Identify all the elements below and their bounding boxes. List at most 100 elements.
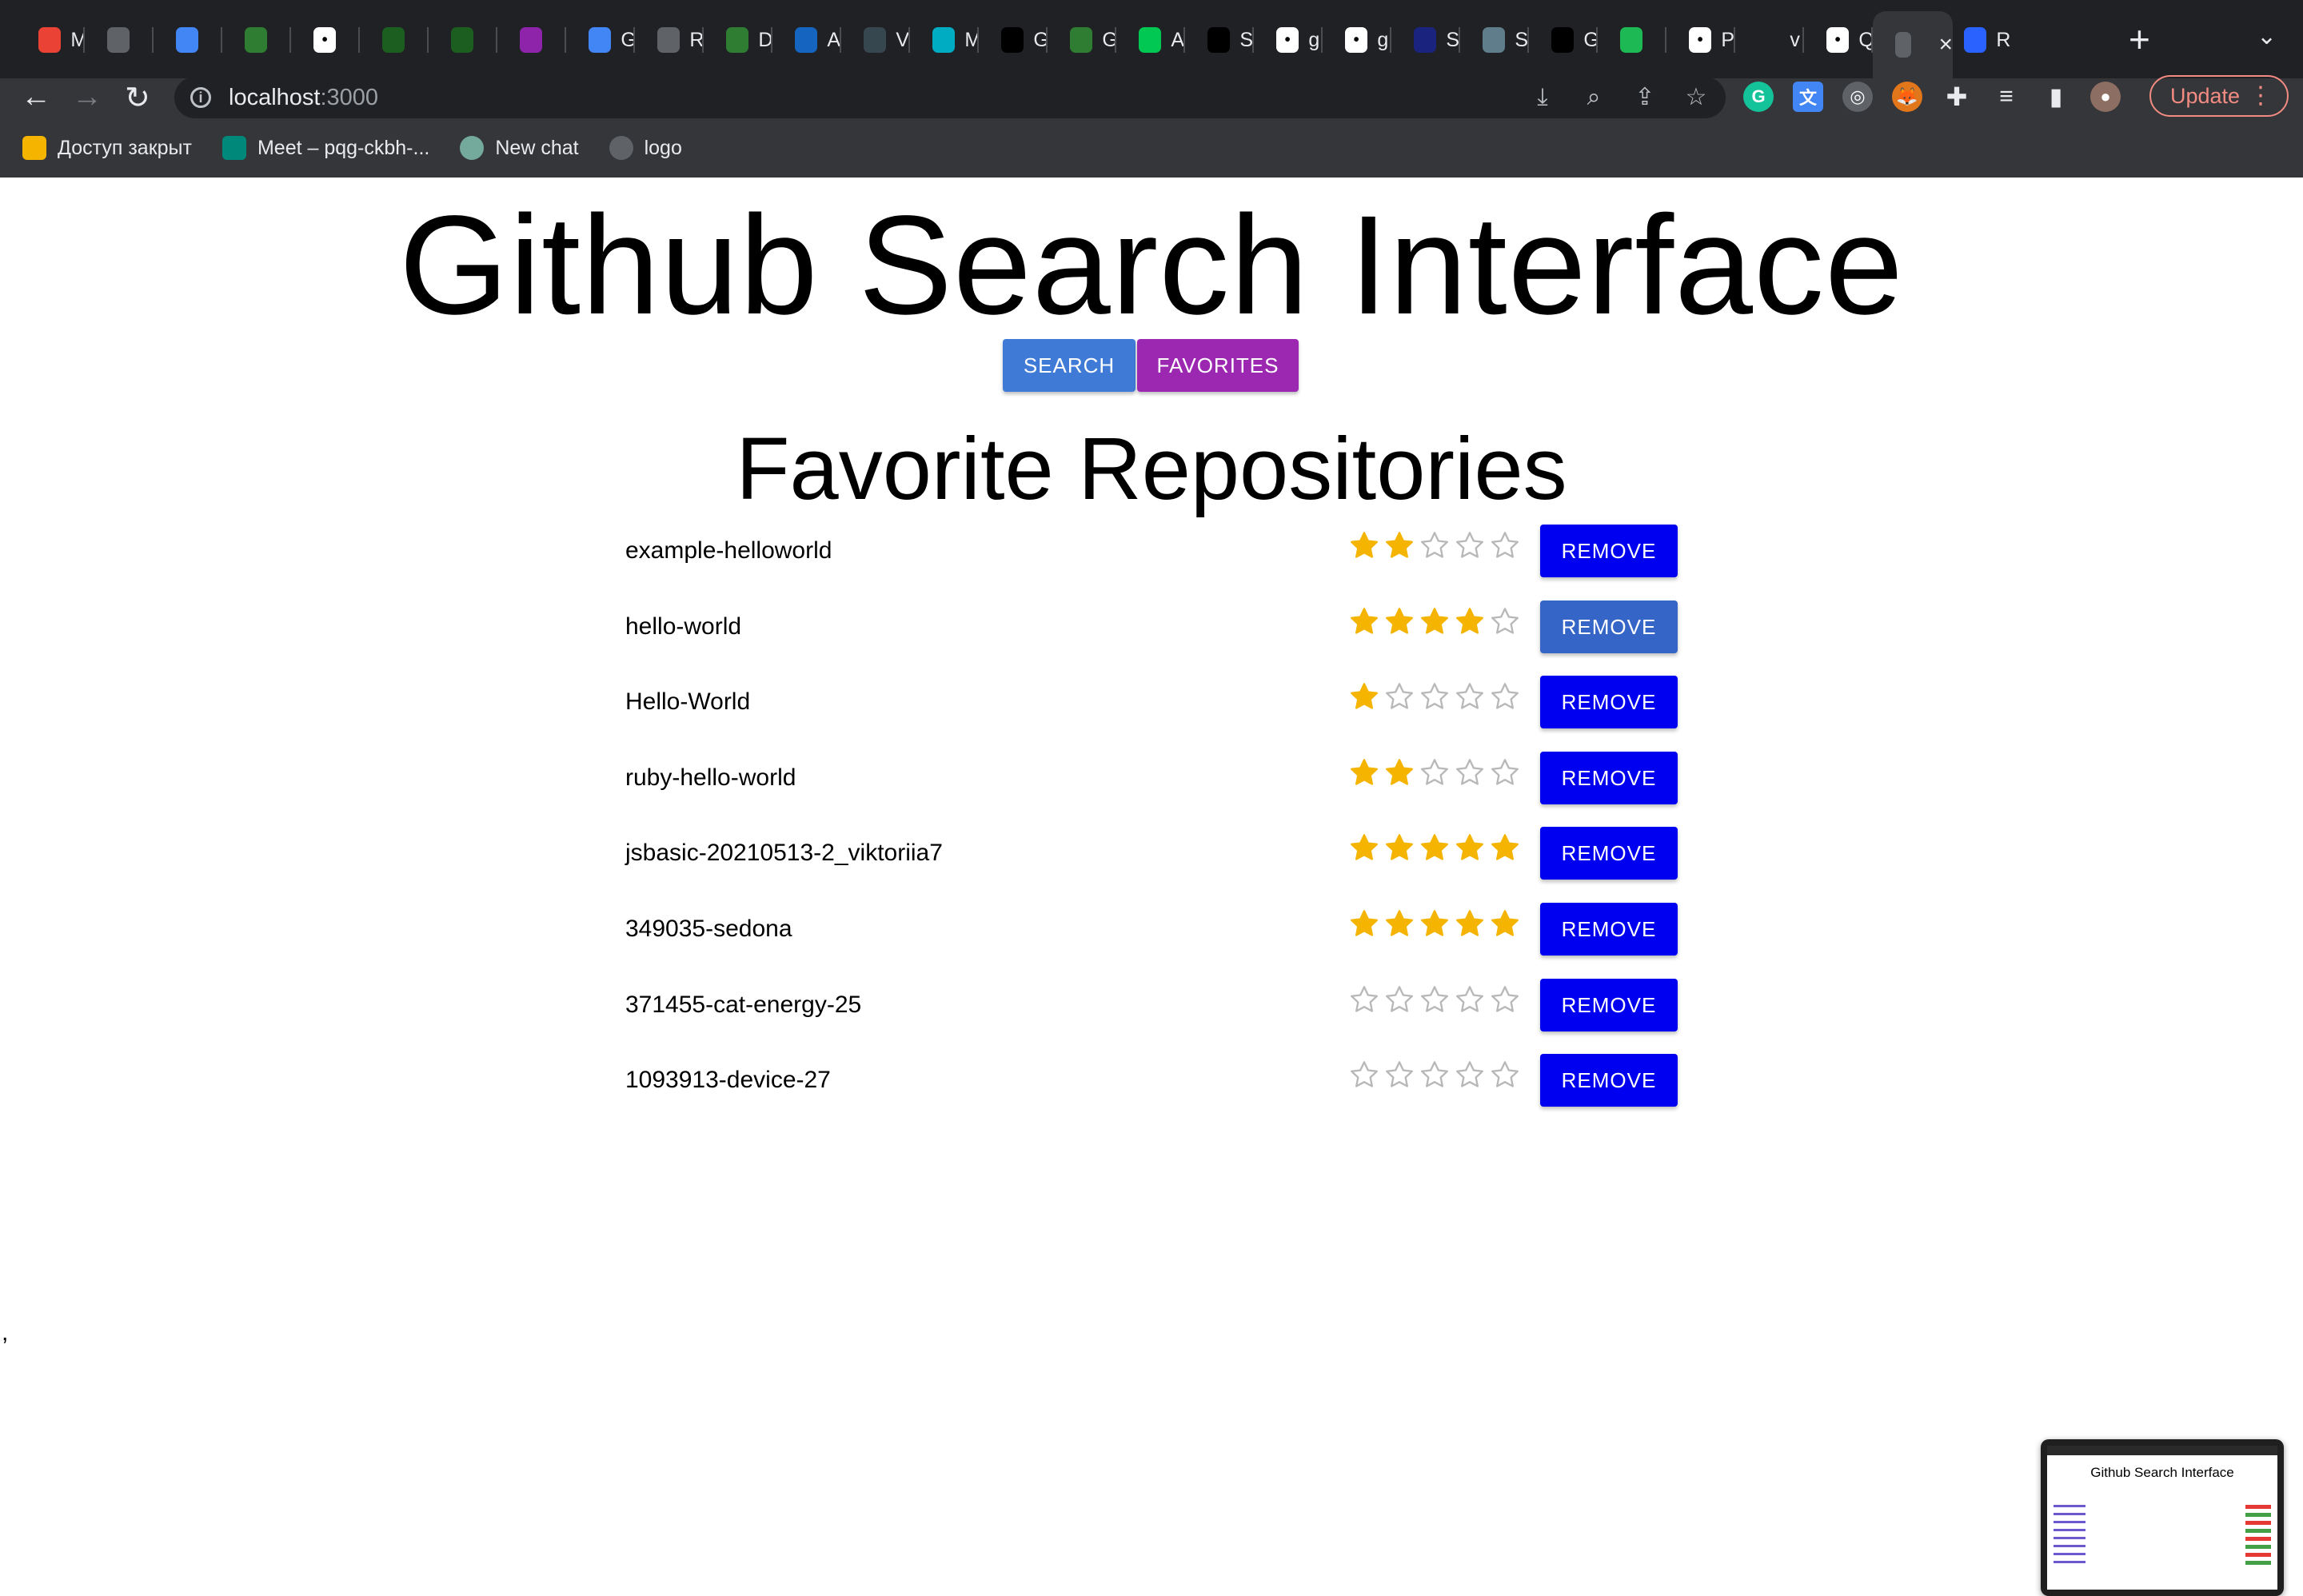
star-icon[interactable] bbox=[1489, 680, 1521, 716]
star-icon[interactable] bbox=[1383, 680, 1415, 716]
browser-tab[interactable]: R bbox=[1942, 14, 2010, 66]
star-icon[interactable] bbox=[1454, 984, 1486, 1019]
metamask-icon[interactable]: 🦊 bbox=[1892, 82, 1922, 112]
browser-tab[interactable] bbox=[497, 14, 566, 66]
star-icon[interactable] bbox=[1348, 984, 1380, 1019]
star-icon[interactable] bbox=[1419, 1059, 1451, 1095]
forward-icon[interactable]: → bbox=[72, 80, 102, 114]
remove-button[interactable]: REMOVE bbox=[1540, 827, 1678, 880]
browser-tab[interactable]: × bbox=[1873, 11, 1953, 78]
star-icon[interactable] bbox=[1383, 529, 1415, 565]
target-icon[interactable]: ◎ bbox=[1842, 82, 1873, 112]
url-text[interactable]: localhost:3000 bbox=[229, 85, 378, 111]
browser-tab[interactable]: G bbox=[979, 14, 1048, 66]
repo-name[interactable]: example-helloworld bbox=[625, 537, 832, 565]
site-info-icon[interactable]: i bbox=[190, 87, 211, 108]
share-icon[interactable]: ⇪ bbox=[1631, 85, 1658, 110]
picture-in-picture-thumbnail[interactable]: Github Search Interface bbox=[2041, 1439, 2284, 1596]
browser-tab[interactable]: S bbox=[1391, 14, 1460, 66]
repo-name[interactable]: 371455-cat-energy-25 bbox=[625, 992, 861, 1019]
browser-tab[interactable]: A bbox=[1116, 14, 1185, 66]
star-icon[interactable] bbox=[1419, 529, 1451, 565]
star-icon[interactable] bbox=[1454, 680, 1486, 716]
repo-name[interactable]: ruby-hello-world bbox=[625, 764, 796, 792]
star-icon[interactable] bbox=[1454, 832, 1486, 868]
reload-icon[interactable]: ↻ bbox=[125, 80, 150, 116]
star-icon[interactable] bbox=[1489, 832, 1521, 868]
star-icon[interactable] bbox=[1489, 908, 1521, 944]
star-icon[interactable] bbox=[1348, 680, 1380, 716]
star-rating[interactable] bbox=[1348, 832, 1521, 868]
repo-name[interactable]: Hello-World bbox=[625, 688, 750, 716]
star-icon[interactable] bbox=[1419, 984, 1451, 1019]
bookmark-item[interactable]: logo bbox=[609, 136, 682, 160]
star-icon[interactable] bbox=[1348, 908, 1380, 944]
star-icon[interactable] bbox=[1348, 605, 1380, 641]
remove-button[interactable]: REMOVE bbox=[1540, 1054, 1678, 1107]
star-icon[interactable] bbox=[1454, 1059, 1486, 1095]
browser-tab[interactable]: • g bbox=[1254, 14, 1323, 66]
repo-name[interactable]: jsbasic-20210513-2_viktoriia7 bbox=[625, 840, 943, 867]
star-rating[interactable] bbox=[1348, 756, 1521, 792]
repo-name[interactable]: 349035-sedona bbox=[625, 916, 792, 943]
star-icon[interactable] bbox=[1383, 908, 1415, 944]
star-icon[interactable] bbox=[1383, 756, 1415, 792]
repo-name[interactable]: 1093913-device-27 bbox=[625, 1067, 831, 1094]
remove-button[interactable]: REMOVE bbox=[1540, 525, 1678, 577]
bookmark-item[interactable]: Meet – pqg-ckbh-... bbox=[222, 136, 429, 160]
menu-icon[interactable]: ⋮ bbox=[2249, 82, 2273, 110]
new-tab-button[interactable]: + bbox=[2129, 21, 2150, 58]
browser-tab[interactable]: • P bbox=[1666, 14, 1735, 66]
browser-tab[interactable] bbox=[429, 14, 497, 66]
star-icon[interactable] bbox=[1419, 605, 1451, 641]
remove-button[interactable]: REMOVE bbox=[1540, 676, 1678, 728]
bookmark-item[interactable]: New chat bbox=[460, 136, 579, 160]
tab-search-button[interactable]: ⌄ bbox=[2257, 22, 2277, 50]
star-icon[interactable] bbox=[1454, 756, 1486, 792]
browser-tab[interactable] bbox=[154, 14, 222, 66]
avatar[interactable]: ● bbox=[2090, 82, 2121, 112]
browser-tab[interactable]: v bbox=[1735, 14, 1804, 66]
star-icon[interactable] bbox=[1489, 605, 1521, 641]
favorites-button[interactable]: FAVORITES bbox=[1137, 339, 1299, 392]
star-rating[interactable] bbox=[1348, 1059, 1521, 1095]
browser-tab[interactable]: M bbox=[16, 14, 85, 66]
browser-tab[interactable]: • Q bbox=[1804, 14, 1873, 66]
translate-icon[interactable]: 文 bbox=[1793, 82, 1823, 112]
star-rating[interactable] bbox=[1348, 984, 1521, 1019]
address-bar[interactable]: i localhost:3000 ⤓ ⌕ ⇪ ☆ bbox=[174, 77, 1726, 118]
star-icon[interactable] bbox=[1348, 1059, 1380, 1095]
browser-tab[interactable]: • g bbox=[1323, 14, 1391, 66]
remove-button[interactable]: REMOVE bbox=[1540, 752, 1678, 804]
browser-tab[interactable]: G bbox=[566, 14, 635, 66]
star-icon[interactable] bbox=[1419, 832, 1451, 868]
back-icon[interactable]: ← bbox=[21, 80, 51, 114]
star-icon[interactable] bbox=[1489, 1059, 1521, 1095]
star-icon[interactable] bbox=[1348, 756, 1380, 792]
star-rating[interactable] bbox=[1348, 529, 1521, 565]
remove-button[interactable]: REMOVE bbox=[1540, 600, 1678, 653]
bookmark-item[interactable]: Доступ закрыт bbox=[22, 136, 192, 160]
browser-tab[interactable]: G bbox=[1048, 14, 1116, 66]
browser-tab[interactable]: S bbox=[1185, 14, 1254, 66]
browser-tab[interactable]: D bbox=[704, 14, 772, 66]
star-rating[interactable] bbox=[1348, 605, 1521, 641]
star-icon[interactable] bbox=[1348, 529, 1380, 565]
search-button[interactable]: SEARCH bbox=[1003, 339, 1136, 392]
zoom-icon[interactable]: ⌕ bbox=[1580, 85, 1607, 110]
browser-tab[interactable]: A bbox=[772, 14, 841, 66]
browser-tab[interactable] bbox=[222, 14, 291, 66]
star-icon[interactable] bbox=[1489, 529, 1521, 565]
star-rating[interactable] bbox=[1348, 908, 1521, 944]
remove-button[interactable]: REMOVE bbox=[1540, 979, 1678, 1031]
bookmark-star-icon[interactable]: ☆ bbox=[1682, 85, 1710, 110]
browser-tab[interactable]: S bbox=[1460, 14, 1529, 66]
star-icon[interactable] bbox=[1383, 832, 1415, 868]
star-icon[interactable] bbox=[1383, 605, 1415, 641]
star-icon[interactable] bbox=[1383, 984, 1415, 1019]
browser-tab[interactable] bbox=[85, 14, 154, 66]
star-icon[interactable] bbox=[1489, 984, 1521, 1019]
update-button[interactable]: Update ⋮ bbox=[2149, 75, 2289, 117]
star-icon[interactable] bbox=[1454, 529, 1486, 565]
browser-tab[interactable]: G bbox=[1529, 14, 1598, 66]
